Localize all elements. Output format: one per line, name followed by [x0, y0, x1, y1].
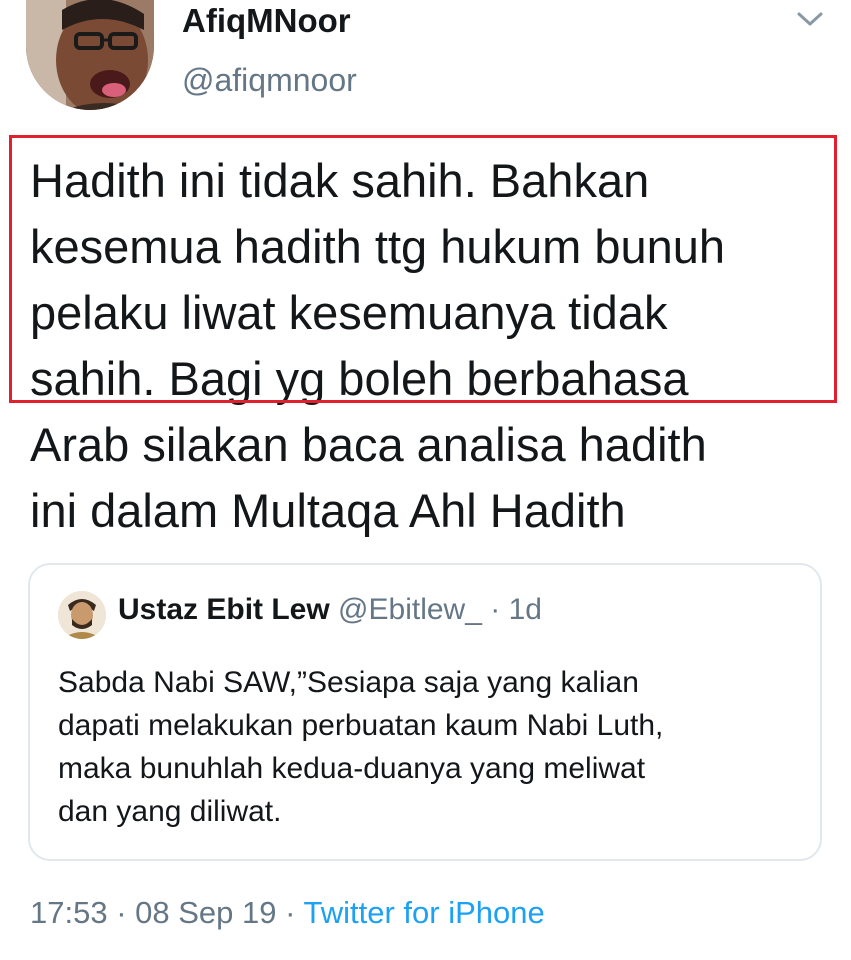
- tweet-time: 17:53: [30, 895, 108, 930]
- separator-dot: ·: [107, 895, 136, 930]
- author-handle[interactable]: @afiqmnoor: [182, 62, 357, 99]
- quoted-text-line: maka bunuhlah kedua-duanya yang meliwat: [58, 752, 646, 785]
- tweet-text-line: ini dalam Multaqa Ahl Hadith: [30, 484, 626, 537]
- author-display-name[interactable]: AfiqMNoor: [182, 2, 351, 40]
- quoted-text-line: dapati melakukan perbuatan kaum Nabi Lut…: [58, 709, 664, 742]
- author-avatar[interactable]: [26, 0, 154, 110]
- tweet-text: Hadith ini tidak sahih. Bahkan kesemua h…: [30, 148, 820, 544]
- tweet-text-line: Hadith ini tidak sahih. Bahkan: [30, 154, 650, 207]
- separator-dot: ·: [276, 895, 304, 930]
- tweet-text-line: pelaku liwat kesemuanya tidak: [30, 286, 668, 339]
- quoted-author-avatar[interactable]: [58, 591, 106, 639]
- separator-dot: ·: [481, 593, 509, 626]
- tweet-text-line: sahih. Bagi yg boleh berbahasa: [30, 352, 689, 405]
- quoted-tweet-text: Sabda Nabi SAW,”Sesiapa saja yang kalian…: [58, 661, 798, 833]
- quoted-text-line: dan yang diliwat.: [58, 795, 282, 828]
- chevron-down-icon[interactable]: [795, 8, 825, 30]
- quoted-author-handle[interactable]: @Ebitlew_: [338, 593, 482, 626]
- quoted-text-line: Sabda Nabi SAW,”Sesiapa saja yang kalian: [58, 666, 639, 699]
- quoted-author-name[interactable]: Ustaz Ebit Lew: [118, 593, 330, 626]
- tweet-source-link[interactable]: Twitter for iPhone: [304, 895, 545, 930]
- quoted-tweet-card[interactable]: Ustaz Ebit Lew @Ebitlew_ · 1d Sabda Nabi…: [28, 563, 822, 861]
- quoted-tweet-time[interactable]: 1d: [509, 593, 542, 626]
- quoted-tweet-header: Ustaz Ebit Lew @Ebitlew_ · 1d: [118, 593, 542, 627]
- tweet-text-line: Arab silakan baca analisa hadith: [30, 418, 707, 471]
- tweet-text-line: kesemua hadith ttg hukum bunuh: [30, 220, 726, 273]
- tweet-metadata: 17:53 · 08 Sep 19 · Twitter for iPhone: [30, 895, 545, 931]
- tweet-date: 08 Sep 19: [135, 895, 277, 930]
